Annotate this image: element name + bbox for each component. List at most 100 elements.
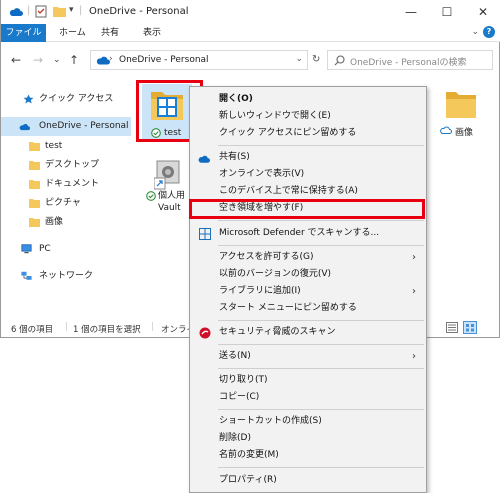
menu-separator [218,467,424,468]
tab-share[interactable]: 共有 [95,24,125,42]
details-view-icon[interactable] [446,322,458,333]
menu-item-include-library[interactable]: ライブラリに追加(I) › [190,283,426,300]
file-item-personal-vault[interactable]: 個人用 Vault [144,158,192,216]
vault-icon [154,160,180,190]
sidebar-item-quick-access[interactable]: クイック アクセス [1,90,131,109]
sidebar-item-images[interactable]: 画像 [1,213,131,232]
menu-separator [218,409,424,410]
menu-item-security-scan[interactable]: セキュリティ脅威のスキャン [190,324,426,341]
title-separator: | [79,5,83,16]
back-arrow-icon[interactable]: ← [11,53,21,67]
sidebar-item-documents[interactable]: ドキュメント [1,175,131,194]
folder-icon [29,218,40,227]
new-folder-quick-icon[interactable] [53,6,66,17]
folder-icon [29,199,40,208]
sidebar-item-onedrive[interactable]: OneDrive - Personal [1,117,131,136]
selection-count: 1 個の項目を選択 [73,325,141,335]
onedrive-icon [96,56,110,65]
title-separator: | [27,5,31,16]
menu-item-cut[interactable]: 切り取り(T) [190,372,426,389]
tab-home[interactable]: ホーム [53,24,92,42]
ribbon-tabs: ファイル ホーム 共有 表示 ⌄ ? [1,24,500,42]
menu-item-defender-scan[interactable]: Microsoft Defender でスキャンする... [190,225,426,242]
breadcrumb-separator-icon: › [109,54,113,64]
sidebar-item-pc[interactable]: PC [1,240,131,259]
menu-item-rename[interactable]: 名前の変更(M) [190,447,426,464]
onedrive-icon [9,8,23,16]
defender-shield-icon [199,228,211,240]
help-icon[interactable]: ? [483,26,495,38]
menu-item-create-shortcut[interactable]: ショートカットの作成(S) [190,413,426,430]
star-icon [23,94,34,104]
sidebar-item-network[interactable]: ネットワーク [1,267,131,286]
status-separator: | [151,322,155,332]
folder-icon [29,142,40,151]
cloud-icon [440,126,452,134]
sync-check-icon [146,191,156,201]
item-count: 6 個の項目 [11,325,54,335]
tab-view[interactable]: 表示 [137,24,167,42]
title-bar: | ▾ | OneDrive - Personal — ☐ ✕ [1,0,500,24]
menu-item-pin-start[interactable]: スタート メニューにピン留めする [190,300,426,317]
submenu-arrow-icon: › [412,351,416,362]
address-dropdown-chevron-icon[interactable]: ⌄ [295,54,303,64]
search-box[interactable]: OneDrive - Personalの検索 [327,50,493,70]
up-arrow-icon[interactable]: ↑ [69,53,79,67]
menu-item-properties[interactable]: プロパティ(R) [190,472,426,489]
submenu-arrow-icon: › [412,252,416,263]
minimize-button[interactable]: — [393,0,429,24]
file-item-label: 画像 [455,128,474,138]
quick-access-toolbar-chevron-icon[interactable]: ▾ [69,5,74,15]
menu-separator [218,245,424,246]
context-menu: 開く(O) 新しいウィンドウで開く(E) クイック アクセスにピン留めする 共有… [189,86,427,493]
address-path: OneDrive - Personal [119,55,209,65]
folder-icon [29,161,40,170]
folder-icon [29,180,40,189]
search-icon [334,55,345,66]
menu-item-copy[interactable]: コピー(C) [190,389,426,406]
file-item-images[interactable]: 画像 [436,84,488,142]
menu-item-always-keep[interactable]: このデバイス上で常に保持する(A) [190,183,426,200]
refresh-icon[interactable]: ↻ [312,54,320,65]
sidebar-item-desktop[interactable]: デスクトップ [1,156,131,175]
forward-arrow-icon[interactable]: → [33,53,43,67]
sidebar-item-pictures[interactable]: ピクチャ [1,194,131,213]
properties-quick-icon[interactable] [35,5,47,18]
computer-icon [21,244,32,254]
menu-item-delete[interactable]: 削除(D) [190,430,426,447]
tab-file[interactable]: ファイル [1,24,46,42]
menu-item-send-to[interactable]: 送る(N) › [190,348,426,365]
address-bar[interactable]: › OneDrive - Personal ⌄ [90,50,308,70]
menu-item-view-online[interactable]: オンラインで表示(V) [190,166,426,183]
menu-separator [218,368,424,369]
menu-separator [218,220,424,221]
menu-item-open[interactable]: 開く(O) [190,91,426,108]
menu-item-grant-access[interactable]: アクセスを許可する(G) › [190,249,426,266]
menu-separator [218,344,424,345]
menu-item-open-new-window[interactable]: 新しいウィンドウで開く(E) [190,108,426,125]
menu-item-share[interactable]: 共有(S) [190,149,426,166]
navigation-pane: クイック アクセス OneDrive - Personal test デスクトッ… [1,80,131,315]
highlight-free-up-space [189,199,425,219]
antivirus-icon [199,327,211,339]
network-icon [21,271,32,280]
navigation-bar: ← → ⌄ ↑ › OneDrive - Personal ⌄ ↻ OneDri… [1,42,500,78]
menu-separator [218,145,424,146]
recent-locations-chevron-icon[interactable]: ⌄ [53,55,61,65]
folder-icon [446,92,476,118]
large-icons-view-icon[interactable] [463,321,477,334]
menu-item-restore-versions[interactable]: 以前のバージョンの復元(V) [190,266,426,283]
menu-separator [218,320,424,321]
search-input[interactable]: OneDrive - Personalの検索 [350,55,467,68]
file-item-label: 個人用 Vault [158,191,186,213]
maximize-button[interactable]: ☐ [429,0,465,24]
onedrive-icon [19,124,30,131]
close-button[interactable]: ✕ [465,0,500,24]
sidebar-item-test[interactable]: test [1,137,131,156]
menu-item-pin-quick-access[interactable]: クイック アクセスにピン留めする [190,125,426,142]
ribbon-expand-chevron-icon[interactable]: ⌄ [471,27,479,37]
status-separator: | [65,322,69,332]
onedrive-icon [198,155,210,163]
window-title: OneDrive - Personal [89,6,189,17]
submenu-arrow-icon: › [412,286,416,297]
